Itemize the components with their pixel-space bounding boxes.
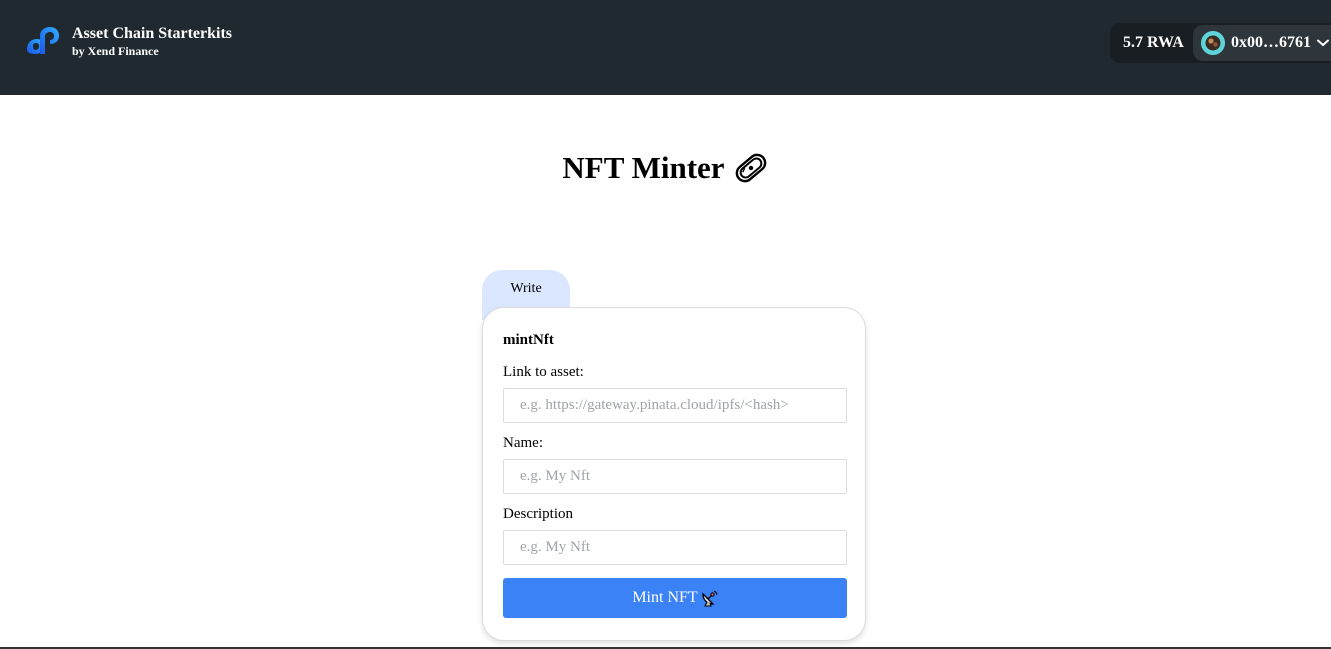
title-row: NFT Minter — [0, 148, 1331, 188]
wallet-widget: 5.7 RWA 0x00…6761 — [1110, 23, 1331, 63]
brand-subtitle: by Xend Finance — [72, 44, 159, 58]
brand[interactable]: Asset Chain Starterkits by Xend Finance — [23, 24, 232, 58]
mint-form-card: mintNft Link to asset: Name: Description… — [482, 307, 866, 641]
avatar — [1201, 31, 1225, 55]
mint-nft-button[interactable]: Mint NFT — [503, 578, 847, 618]
account-address: 0x00…6761 — [1231, 34, 1311, 51]
name-label: Name: — [503, 435, 543, 451]
account-button[interactable]: 0x00…6761 — [1193, 25, 1331, 61]
top-header: Asset Chain Starterkits by Xend Finance … — [0, 0, 1331, 95]
link-to-asset-label: Link to asset: — [503, 364, 584, 380]
link-to-asset-input[interactable] — [503, 388, 847, 423]
function-name: mintNft — [503, 332, 554, 348]
balance-button[interactable]: 5.7 RWA — [1110, 34, 1193, 52]
brand-title: Asset Chain Starterkits — [72, 25, 232, 42]
description-label: Description — [503, 506, 573, 522]
brand-text: Asset Chain Starterkits by Xend Finance — [72, 24, 232, 58]
page-title: NFT Minter — [562, 150, 725, 185]
asset-chain-logo-icon — [27, 27, 59, 54]
chevron-down-icon — [1317, 39, 1329, 47]
name-input[interactable] — [503, 459, 847, 494]
disc-emoji-icon — [735, 153, 766, 183]
mint-nft-label: Mint NFT — [632, 589, 698, 606]
description-input[interactable] — [503, 530, 847, 565]
satellite-antenna-emoji-icon — [702, 590, 718, 607]
page: Asset Chain Starterkits by Xend Finance … — [0, 0, 1331, 649]
